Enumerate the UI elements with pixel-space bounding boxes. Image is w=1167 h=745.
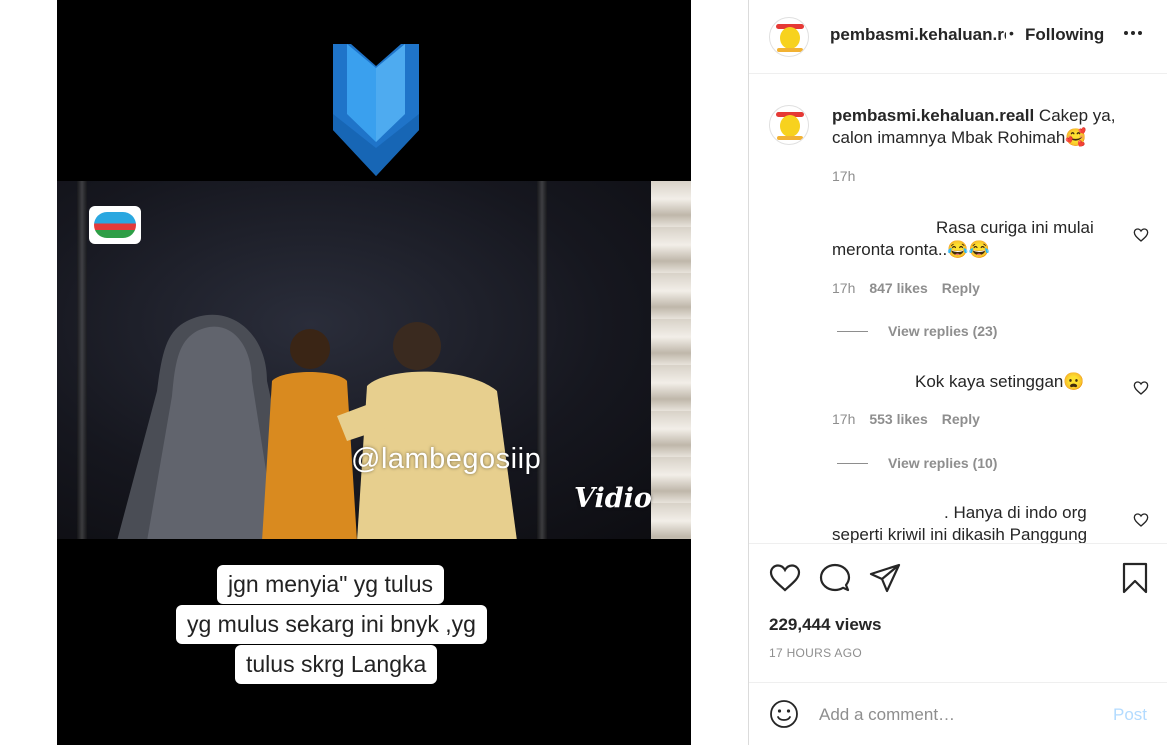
- comment-icon[interactable]: [819, 562, 851, 594]
- video-frame: @lambegosiip Vidio: [57, 181, 691, 539]
- comment-meta: 17h 847 likes Reply: [832, 280, 980, 296]
- media-area: @lambegosiip Vidio jgn menyia" yg tulus …: [0, 0, 748, 745]
- view-count[interactable]: 229,444 views: [769, 615, 881, 635]
- video-caption-line: tulus skrg Langka: [235, 645, 438, 684]
- view-replies-label: View replies (23): [888, 323, 998, 339]
- post-actions: 229,444 views 17 HOURS AGO: [749, 543, 1167, 673]
- post-timestamp[interactable]: 17 HOURS AGO: [769, 646, 862, 660]
- comment-likes[interactable]: 553 likes: [869, 411, 927, 427]
- bookmark-icon[interactable]: [1119, 562, 1151, 594]
- decorative-column: [651, 181, 691, 539]
- comment-meta: 17h 553 likes Reply: [832, 411, 980, 427]
- add-comment-bar: Post: [749, 682, 1167, 745]
- caption-username[interactable]: pembasmi.kehaluan.reall: [832, 106, 1034, 125]
- like-comment-icon[interactable]: [1133, 380, 1149, 396]
- post-media[interactable]: @lambegosiip Vidio jgn menyia" yg tulus …: [57, 0, 691, 745]
- comment-time: 17h: [832, 280, 856, 296]
- post-button[interactable]: Post: [1113, 705, 1147, 725]
- video-caption-line: yg mulus sekarg ini bnyk ,yg: [176, 605, 487, 644]
- divider-line: [837, 330, 868, 332]
- video-caption-line: jgn menyia" yg tulus: [217, 565, 445, 604]
- comment-time: 17h: [832, 411, 856, 427]
- view-replies-button[interactable]: View replies (23): [837, 323, 997, 339]
- comment-text: Kok kaya setinggan😦: [915, 372, 1085, 391]
- like-comment-icon[interactable]: [1133, 227, 1149, 243]
- post-panel: pembasmi.kehaluan.reall • Following pemb…: [748, 0, 1167, 745]
- channel-logo: [89, 206, 141, 244]
- avatar[interactable]: [769, 17, 809, 57]
- down-arrow-graphic: [333, 44, 419, 176]
- post-header: pembasmi.kehaluan.reall • Following: [749, 0, 1167, 74]
- view-replies-button[interactable]: View replies (10): [837, 455, 997, 471]
- comment-text: Rasa curiga ini mulai meronta ronta..😂😂: [832, 218, 1094, 259]
- divider-line: [837, 462, 868, 464]
- comment-input[interactable]: [819, 703, 1099, 727]
- comment-likes[interactable]: 847 likes: [869, 280, 927, 296]
- vidio-logo: Vidio: [574, 483, 652, 514]
- more-icon[interactable]: [1121, 21, 1145, 45]
- view-replies-label: View replies (10): [888, 455, 998, 471]
- share-icon[interactable]: [869, 562, 901, 594]
- emoji-icon[interactable]: [769, 699, 799, 729]
- comments-list[interactable]: pembasmi.kehaluan.reall Cakep ya, calon …: [749, 75, 1167, 543]
- heart-icon[interactable]: [769, 562, 801, 594]
- person-groom: [337, 322, 517, 539]
- separator-dot: •: [1009, 25, 1014, 41]
- comment-text: . Hanya di indo org seperti kriwil ini d…: [832, 503, 1088, 543]
- like-comment-icon[interactable]: [1133, 512, 1149, 528]
- following-button[interactable]: Following: [1025, 25, 1104, 45]
- caption-time: 17h: [832, 168, 856, 184]
- video-watermark: @lambegosiip: [351, 443, 542, 475]
- reply-button[interactable]: Reply: [942, 411, 980, 427]
- avatar[interactable]: [769, 105, 809, 145]
- reply-button[interactable]: Reply: [942, 280, 980, 296]
- caption-text: pembasmi.kehaluan.reall Cakep ya, calon …: [832, 105, 1132, 149]
- header-username[interactable]: pembasmi.kehaluan.reall: [830, 25, 1006, 45]
